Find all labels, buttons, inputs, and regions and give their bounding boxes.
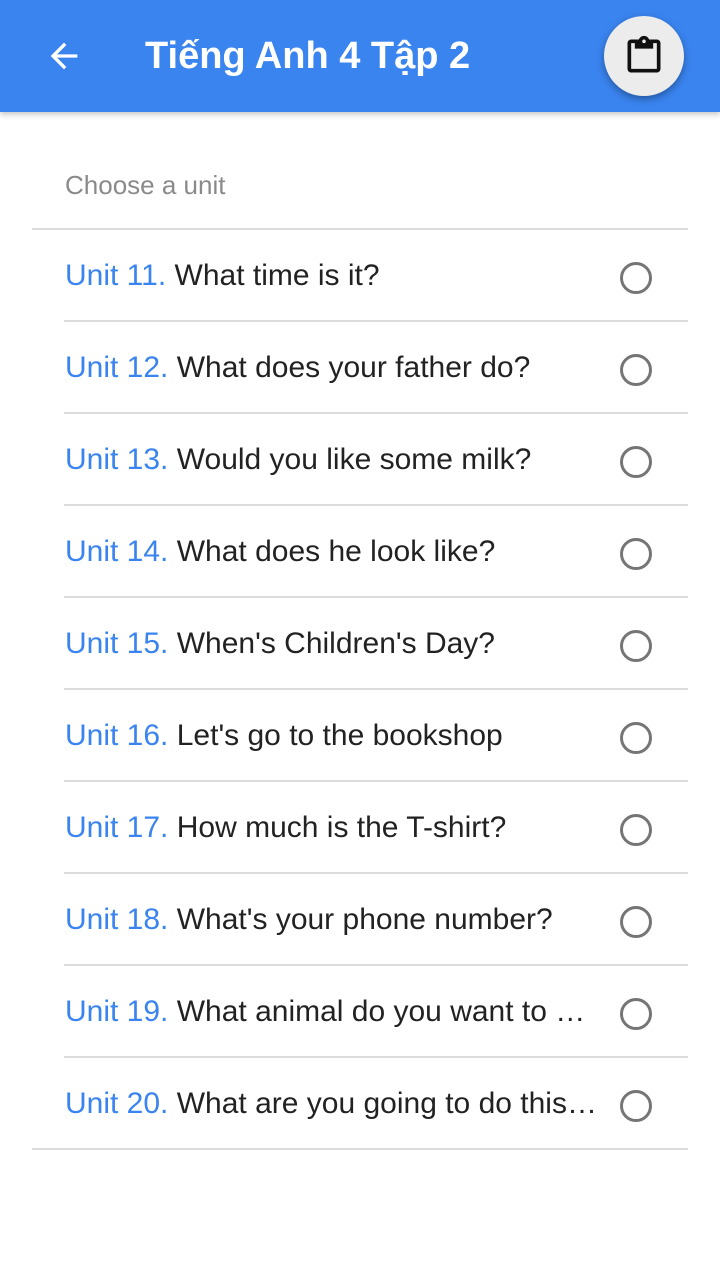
unit-label: Unit 19. What animal do you want to see? xyxy=(65,994,600,1030)
unit-row[interactable]: Unit 15. When's Children's Day? xyxy=(32,598,688,690)
unit-number: Unit 12. xyxy=(65,351,169,384)
unit-radio[interactable] xyxy=(620,998,652,1030)
unit-title: What animal do you want to see? xyxy=(176,995,600,1028)
unit-row[interactable]: Unit 17. How much is the T-shirt? xyxy=(32,782,688,874)
page-title: Tiếng Anh 4 Tập 2 xyxy=(145,35,471,77)
unit-label: Unit 20. What are you going to do this s… xyxy=(65,1086,600,1122)
unit-radio[interactable] xyxy=(620,722,652,754)
unit-title: When's Children's Day? xyxy=(176,627,495,660)
unit-radio[interactable] xyxy=(620,906,652,938)
back-button[interactable] xyxy=(32,24,96,88)
unit-label: Unit 13. Would you like some milk? xyxy=(65,442,600,478)
unit-number: Unit 18. xyxy=(65,903,169,936)
unit-row[interactable]: Unit 16. Let's go to the bookshop xyxy=(32,690,688,782)
unit-radio[interactable] xyxy=(620,354,652,386)
unit-row[interactable]: Unit 18. What's your phone number? xyxy=(32,874,688,966)
clipboard-button[interactable] xyxy=(604,16,684,96)
app-bar: Tiếng Anh 4 Tập 2 xyxy=(0,0,720,112)
unit-radio[interactable] xyxy=(620,630,652,662)
unit-label: Unit 18. What's your phone number? xyxy=(65,902,600,938)
unit-title: Let's go to the bookshop xyxy=(176,719,503,752)
unit-row[interactable]: Unit 12. What does your father do? xyxy=(32,322,688,414)
unit-title: How much is the T-shirt? xyxy=(176,811,507,844)
unit-title: What's your phone number? xyxy=(176,903,553,936)
unit-number: Unit 14. xyxy=(65,535,169,568)
unit-radio[interactable] xyxy=(620,1090,652,1122)
unit-number: Unit 19. xyxy=(65,995,169,1028)
unit-title: What does he look like? xyxy=(176,535,496,568)
unit-label: Unit 16. Let's go to the bookshop xyxy=(65,718,600,754)
unit-radio[interactable] xyxy=(620,262,652,294)
unit-title: What does your father do? xyxy=(176,351,531,384)
unit-number: Unit 15. xyxy=(65,627,169,660)
unit-number: Unit 13. xyxy=(65,443,169,476)
unit-row[interactable]: Unit 11. What time is it? xyxy=(32,230,688,322)
unit-label: Unit 11. What time is it? xyxy=(65,258,600,294)
unit-number: Unit 20. xyxy=(65,1087,169,1120)
unit-row[interactable]: Unit 20. What are you going to do this s… xyxy=(32,1058,688,1150)
unit-radio[interactable] xyxy=(620,814,652,846)
unit-row[interactable]: Unit 14. What does he look like? xyxy=(32,506,688,598)
unit-list: Unit 11. What time is it? Unit 12. What … xyxy=(32,228,688,1150)
unit-title: What are you going to do this summer? xyxy=(176,1087,600,1120)
choose-unit-label: Choose a unit xyxy=(65,170,226,200)
unit-label: Unit 17. How much is the T-shirt? xyxy=(65,810,600,846)
unit-radio[interactable] xyxy=(620,538,652,570)
unit-label: Unit 14. What does he look like? xyxy=(65,534,600,570)
arrow-left-icon xyxy=(50,42,78,70)
unit-radio[interactable] xyxy=(620,446,652,478)
unit-label: Unit 15. When's Children's Day? xyxy=(65,626,600,662)
unit-title: Would you like some milk? xyxy=(176,443,532,476)
unit-row[interactable]: Unit 19. What animal do you want to see? xyxy=(32,966,688,1058)
clipboard-icon xyxy=(627,35,661,73)
unit-number: Unit 16. xyxy=(65,719,169,752)
unit-label: Unit 12. What does your father do? xyxy=(65,350,600,386)
unit-number: Unit 11. xyxy=(65,259,167,292)
unit-row[interactable]: Unit 13. Would you like some milk? xyxy=(32,414,688,506)
unit-number: Unit 17. xyxy=(65,811,169,844)
unit-title: What time is it? xyxy=(174,259,380,292)
